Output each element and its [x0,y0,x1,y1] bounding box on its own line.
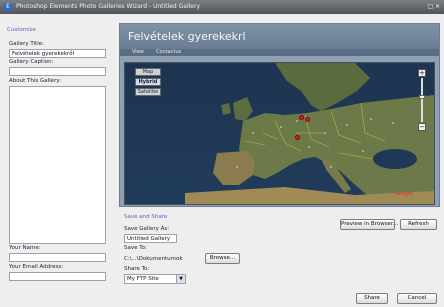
photo-pin-marker[interactable] [299,115,304,120]
wizard-window: E Photoshop Elements Photo Galleries Wiz… [0,0,444,307]
map-type-hybrid[interactable]: Hybrid [135,78,161,86]
menu-contactus[interactable]: Contactus [156,49,181,56]
close-icon[interactable]: □ ✕ [427,3,440,11]
zoom-slider-handle[interactable] [419,95,425,99]
customize-panel: Customize Gallery Title: Felvételek gyer… [0,14,117,307]
gallery-preview: Felvételek gyerekekrl View Contactus Goo… [119,23,440,207]
email-input[interactable] [9,272,106,281]
your-name-input[interactable] [9,253,106,262]
zoom-out-icon[interactable]: − [418,123,426,131]
email-label: Your Email Address: [9,264,64,270]
about-gallery-textarea[interactable] [9,86,106,244]
photo-pin-marker[interactable] [305,117,310,122]
share-to-selected: My FTP Site [127,276,159,282]
gallery-caption-input[interactable] [9,67,106,76]
map-image: Google [125,63,434,204]
map-zoom-control[interactable]: + − [418,69,426,131]
app-icon: E [4,3,12,11]
save-to-path: C:\...\Dokumentumok [124,256,183,262]
browse-button[interactable]: Browse... [205,253,240,264]
your-name-label: Your Name: [9,245,41,251]
map-type-satellite[interactable]: Satellite [135,88,161,96]
share-button[interactable]: Share [356,293,388,304]
svg-text:Google: Google [395,191,413,197]
cancel-button[interactable]: Cancel [397,293,437,304]
photo-pin-marker[interactable] [295,135,300,140]
gallery-title-input[interactable]: Felvételek gyerekekről [9,49,106,58]
zoom-in-icon[interactable]: + [418,69,426,77]
preview-menubar: View Contactus [120,49,439,56]
share-to-select[interactable]: My FTP Site ▼ [124,274,186,284]
share-to-label: Share To: [124,266,150,272]
about-gallery-label: About This Gallery: [9,78,62,84]
zoom-track[interactable] [421,78,423,122]
preview-gallery-title: Felvételek gyerekekrl [128,30,246,43]
customize-heading: Customize [7,27,36,33]
preview-banner: Felvételek gyerekekrl [120,24,439,49]
gallery-title-label: Gallery Title: [9,41,44,47]
menu-view[interactable]: View [132,49,144,56]
save-share-heading: Save and Share [124,214,168,220]
gallery-caption-label: Gallery Caption: [9,59,54,65]
refresh-button[interactable]: Refresh [400,219,437,230]
title-bar[interactable]: E Photoshop Elements Photo Galleries Wiz… [0,0,444,14]
save-to-label: Save To: [124,245,147,251]
window-title: Photoshop Elements Photo Galleries Wizar… [16,3,200,10]
europe-map[interactable]: Google Map Hybrid Satellite + − [124,62,435,205]
save-gallery-as-input[interactable]: Untitled Gallery [124,234,177,243]
preview-in-browser-button[interactable]: Preview in Browser... [340,219,398,230]
chevron-down-icon[interactable]: ▼ [176,275,185,283]
map-type-map[interactable]: Map [135,68,161,76]
save-gallery-as-label: Save Gallery As: [124,226,170,232]
